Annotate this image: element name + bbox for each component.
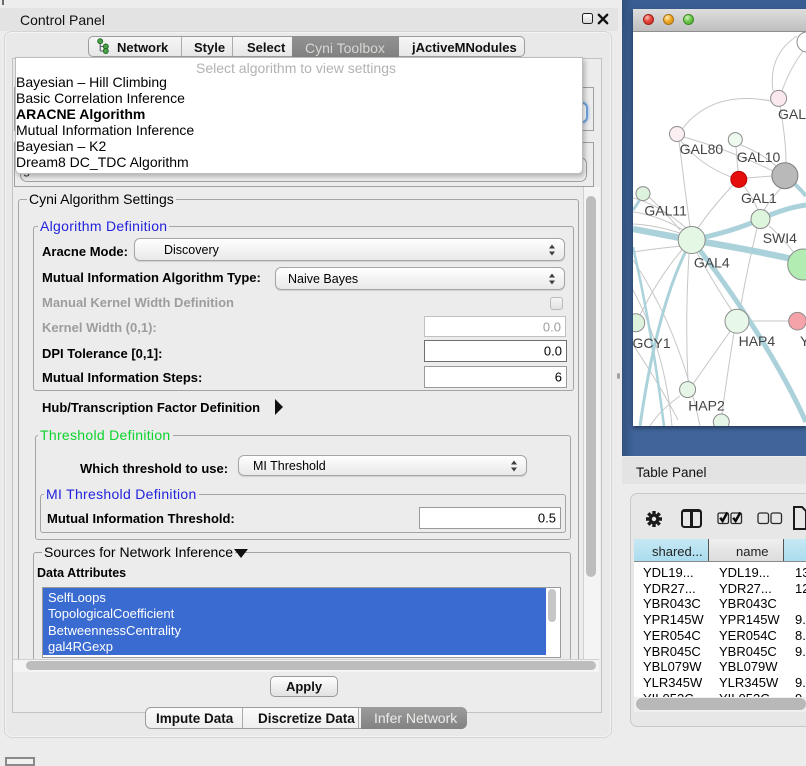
svg-text:SWI4: SWI4	[763, 230, 797, 246]
svg-text:HAP2: HAP2	[688, 398, 725, 414]
svg-text:GAL80: GAL80	[680, 141, 724, 157]
svg-text:GAL10: GAL10	[737, 149, 781, 165]
svg-text:GAL1: GAL1	[741, 190, 777, 206]
svg-text:GAL11: GAL11	[644, 203, 687, 219]
svg-text:GAL4: GAL4	[694, 255, 730, 271]
svg-text:HAP4: HAP4	[739, 333, 776, 349]
svg-text:GCY1: GCY1	[633, 335, 671, 351]
svg-text:Y: Y	[800, 333, 806, 349]
svg-text:GAL7: GAL7	[778, 106, 806, 122]
